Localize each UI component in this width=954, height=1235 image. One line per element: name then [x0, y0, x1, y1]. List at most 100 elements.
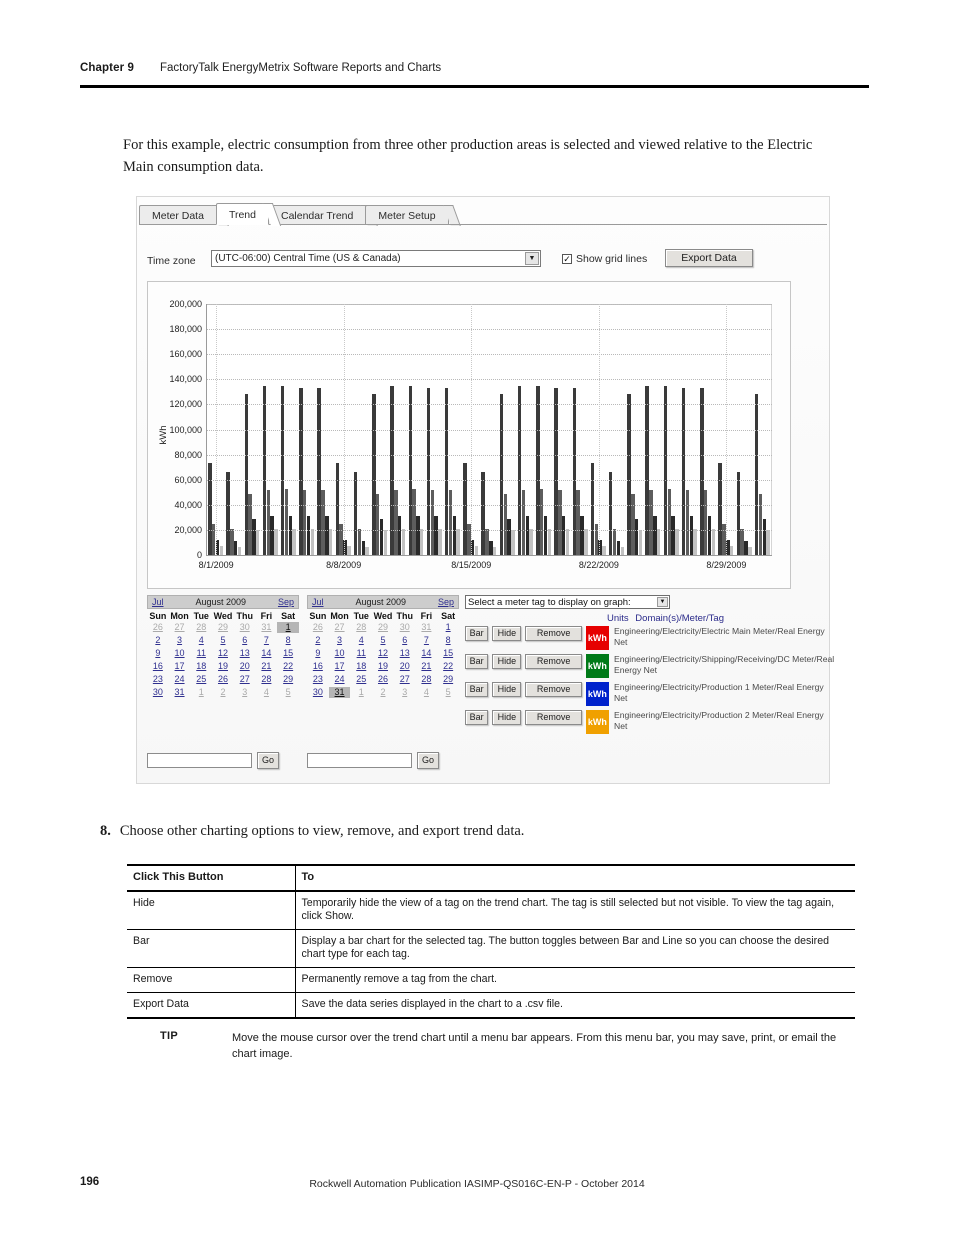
calendar-day-other-month[interactable]: 29	[212, 622, 234, 633]
show-grid-lines-toggle[interactable]: ✓ Show grid lines	[562, 253, 647, 265]
remove-button[interactable]: Remove	[525, 654, 582, 669]
calendar-day[interactable]: 26	[212, 674, 234, 685]
bar-toggle-button[interactable]: Bar	[465, 654, 489, 669]
calendar-day[interactable]: 13	[394, 648, 416, 659]
calendar-day[interactable]: 29	[277, 674, 299, 685]
bar-toggle-button[interactable]: Bar	[465, 626, 489, 641]
calendar-day[interactable]: 20	[234, 661, 256, 672]
calendar-day[interactable]: 25	[190, 674, 212, 685]
calendar-day-selected[interactable]: 31	[328, 687, 351, 698]
calendar-day-other-month[interactable]: 31	[416, 622, 438, 633]
calendar-day-selected[interactable]: 1	[277, 622, 299, 633]
calendar-day[interactable]: 14	[416, 648, 438, 659]
calendar-day[interactable]: 24	[169, 674, 191, 685]
hide-button[interactable]: Hide	[492, 654, 522, 669]
tab-trend[interactable]: Trend	[215, 203, 282, 226]
calendar-day[interactable]: 30	[147, 687, 169, 698]
calendar-day[interactable]: 2	[147, 635, 169, 646]
calendar-day[interactable]: 7	[256, 635, 278, 646]
calendar-day[interactable]: 9	[307, 648, 329, 659]
calendar-day[interactable]: 18	[190, 661, 212, 672]
calendar-day-other-month[interactable]: 5	[437, 687, 459, 698]
calendar-day[interactable]: 17	[329, 661, 351, 672]
calendar-day-other-month[interactable]: 5	[277, 687, 299, 698]
export-data-button[interactable]: Export Data	[665, 249, 753, 267]
tab-calendar-trend[interactable]: Calendar Trend	[267, 205, 379, 226]
calendar-day[interactable]: 16	[307, 661, 329, 672]
calendar-day[interactable]: 25	[350, 674, 372, 685]
calendar-day-other-month[interactable]: 30	[234, 622, 256, 633]
calendar-day-other-month[interactable]: 28	[350, 622, 372, 633]
end-go-button[interactable]: Go	[417, 752, 439, 769]
calendar-day[interactable]: 27	[234, 674, 256, 685]
calendar-next-month[interactable]: Sep	[438, 597, 454, 607]
timezone-select[interactable]: (UTC-06:00) Central Time (US & Canada) ▼	[211, 250, 541, 267]
calendar-day[interactable]: 15	[277, 648, 299, 659]
calendar-day[interactable]: 6	[234, 635, 256, 646]
calendar-day[interactable]: 19	[212, 661, 234, 672]
calendar-day-other-month[interactable]: 27	[169, 622, 191, 633]
calendar-day[interactable]: 6	[394, 635, 416, 646]
meter-tag-select[interactable]: Select a meter tag to display on graph: …	[465, 595, 670, 609]
calendar-day[interactable]: 3	[329, 635, 351, 646]
calendar-prev-month[interactable]: Jul	[312, 597, 324, 607]
start-date-calendar[interactable]: Jul August 2009 Sep Sun Mon Tue Wed Thu Fri Sat 26…	[147, 595, 299, 698]
calendar-day[interactable]: 24	[329, 674, 351, 685]
calendar-day[interactable]: 12	[212, 648, 234, 659]
calendar-day[interactable]: 26	[372, 674, 394, 685]
calendar-day-other-month[interactable]: 2	[372, 687, 394, 698]
calendar-day[interactable]: 21	[416, 661, 438, 672]
calendar-day[interactable]: 18	[350, 661, 372, 672]
calendar-day[interactable]: 11	[190, 648, 212, 659]
calendar-day[interactable]: 7	[416, 635, 438, 646]
calendar-day[interactable]: 29	[437, 674, 459, 685]
calendar-day[interactable]: 31	[169, 687, 191, 698]
checkbox-icon[interactable]: ✓	[562, 254, 572, 264]
calendar-day[interactable]: 5	[212, 635, 234, 646]
calendar-day[interactable]: 14	[256, 648, 278, 659]
end-date-calendar[interactable]: Jul August 2009 Sep Sun Mon Tue Wed Thu Fri Sat 26…	[307, 595, 459, 698]
calendar-day[interactable]: 4	[350, 635, 372, 646]
calendar-day[interactable]: 19	[372, 661, 394, 672]
calendar-day[interactable]: 27	[394, 674, 416, 685]
calendar-day[interactable]: 5	[372, 635, 394, 646]
calendar-day-other-month[interactable]: 1	[190, 687, 212, 698]
calendar-day[interactable]: 1	[437, 622, 459, 633]
calendar-day[interactable]: 28	[416, 674, 438, 685]
calendar-day-other-month[interactable]: 28	[190, 622, 212, 633]
calendar-day-other-month[interactable]: 29	[372, 622, 394, 633]
calendar-day[interactable]: 3	[169, 635, 191, 646]
calendar-next-month[interactable]: Sep	[278, 597, 294, 607]
hide-button[interactable]: Hide	[492, 682, 522, 697]
calendar-day[interactable]: 12	[372, 648, 394, 659]
remove-button[interactable]: Remove	[525, 682, 582, 697]
calendar-day[interactable]: 8	[277, 635, 299, 646]
remove-button[interactable]: Remove	[525, 626, 582, 641]
calendar-day[interactable]: 28	[256, 674, 278, 685]
calendar-day[interactable]: 10	[169, 648, 191, 659]
end-date-input[interactable]	[307, 753, 412, 768]
chevron-down-icon[interactable]: ▼	[657, 597, 668, 607]
bar-toggle-button[interactable]: Bar	[465, 710, 489, 725]
calendar-day[interactable]: 2	[307, 635, 329, 646]
calendar-prev-month[interactable]: Jul	[152, 597, 164, 607]
calendar-day-other-month[interactable]: 1	[350, 687, 372, 698]
calendar-day[interactable]: 23	[307, 674, 329, 685]
chevron-down-icon[interactable]: ▼	[525, 252, 539, 265]
calendar-day-other-month[interactable]: 30	[394, 622, 416, 633]
calendar-day-other-month[interactable]: 3	[234, 687, 256, 698]
calendar-day-other-month[interactable]: 3	[394, 687, 416, 698]
tab-meter-data[interactable]: Meter Data	[139, 205, 229, 226]
remove-button[interactable]: Remove	[525, 710, 582, 725]
calendar-day[interactable]: 20	[394, 661, 416, 672]
calendar-day[interactable]: 21	[256, 661, 278, 672]
calendar-day-other-month[interactable]: 4	[416, 687, 438, 698]
calendar-day[interactable]: 17	[169, 661, 191, 672]
calendar-day[interactable]: 22	[277, 661, 299, 672]
calendar-day[interactable]: 23	[147, 674, 169, 685]
calendar-day[interactable]: 4	[190, 635, 212, 646]
calendar-day[interactable]: 11	[350, 648, 372, 659]
bar-toggle-button[interactable]: Bar	[465, 682, 489, 697]
calendar-day-other-month[interactable]: 26	[147, 622, 169, 633]
calendar-day[interactable]: 9	[147, 648, 169, 659]
